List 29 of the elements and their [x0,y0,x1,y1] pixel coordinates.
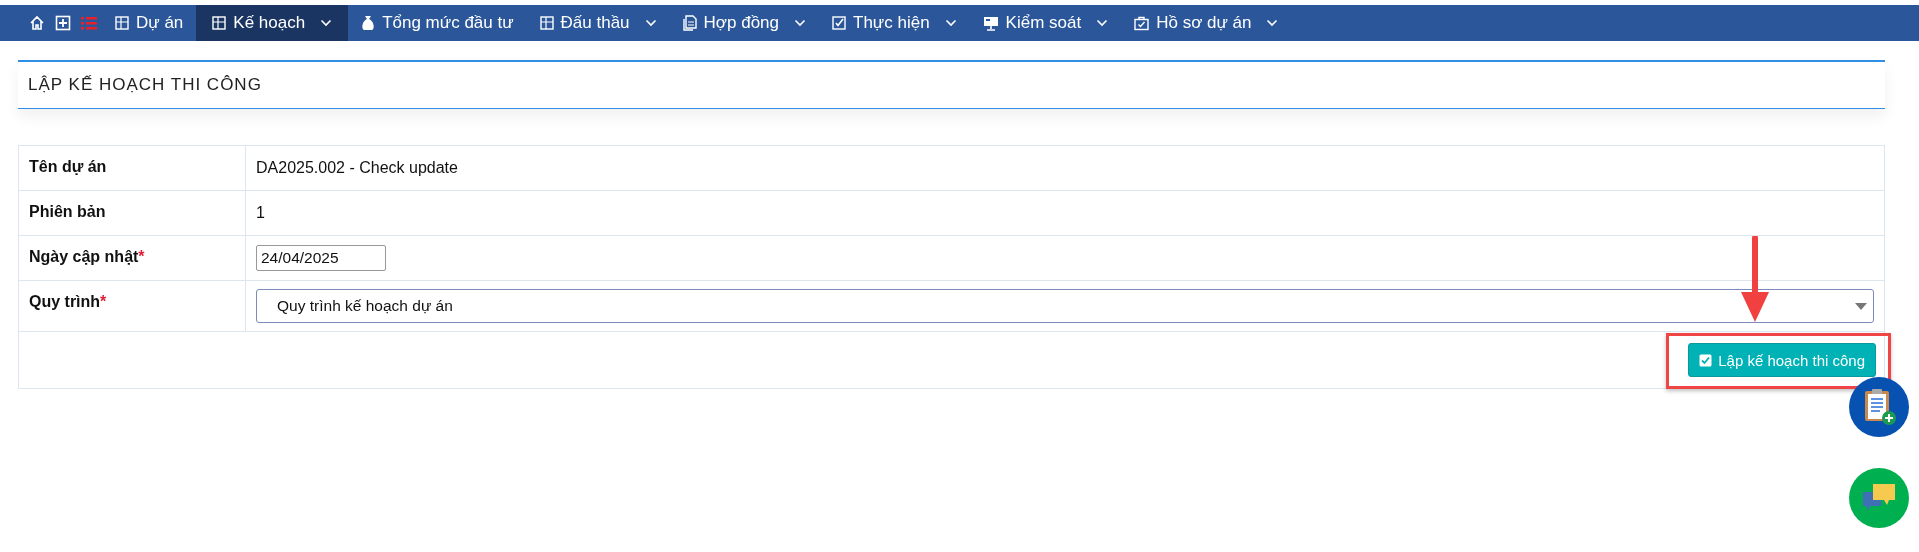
nav-menu-item[interactable]: Tổng mức đầu tư [348,5,527,41]
date-field[interactable]: 24/04/2025 [256,245,386,271]
monitor-icon [982,15,999,31]
field-label: Phiên bản [29,203,106,222]
chat-icon[interactable] [1849,468,1909,528]
caret-icon [1855,302,1867,310]
nav-menu-item[interactable]: Kiểm soát [969,5,1122,41]
page-title: LẬP KẾ HOẠCH THI CÔNG [28,75,262,95]
briefcase-check-icon [1134,15,1150,31]
grid-icon [539,16,554,30]
document-icon [682,15,697,31]
checkbox-icon [1699,353,1713,367]
field-value: DA2025.002 - Check update [256,159,458,177]
nav-menu-item[interactable]: Đấu thầu [526,5,670,41]
clipboard-add-icon[interactable] [1849,377,1909,437]
grid-icon [115,16,129,30]
field-label: Ngày cập nhật* [29,248,145,267]
grid-icon [212,16,227,30]
nav-menu-item[interactable]: Hồ sơ dự án [1121,5,1292,41]
field-label: Tên dự án [29,158,107,177]
money-bag-icon [361,15,376,31]
nav-menu-item[interactable]: Kế hoạch [196,5,349,41]
nav-menu-item[interactable]: Dự án [102,5,197,41]
dropdown-field[interactable]: Quy trình kế hoạch dự án [256,289,1874,323]
checkbox-icon [832,16,846,30]
field-value: 1 [256,204,265,222]
nav-menu-item[interactable]: Hợp đồng [669,5,819,41]
nav-menu-item[interactable]: Thực hiện [819,5,970,41]
field-label: Quy trình* [29,293,107,311]
